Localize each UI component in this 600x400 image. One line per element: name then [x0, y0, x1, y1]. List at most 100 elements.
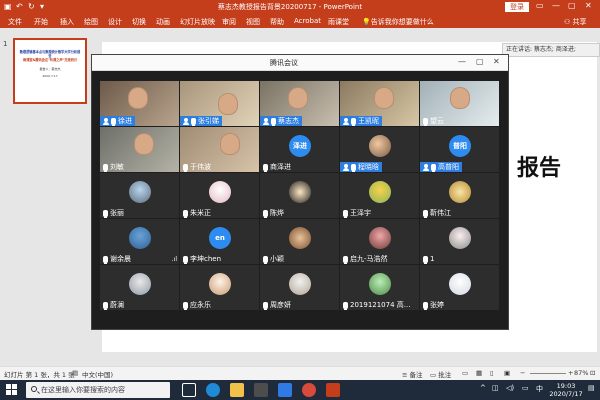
host-person-icon — [423, 163, 429, 171]
meeting-restore-button[interactable]: ▢ — [476, 57, 484, 66]
network-icon[interactable]: ◫ — [492, 384, 499, 392]
participant-tile[interactable]: 于伟波 — [180, 127, 259, 172]
participant-tile[interactable]: 张婷 — [420, 265, 499, 310]
chrome-icon[interactable] — [302, 383, 316, 397]
minimize-button[interactable]: — — [552, 1, 560, 10]
edge-browser-icon[interactable] — [206, 383, 220, 397]
participant-tile[interactable]: en 李坤chen — [180, 219, 259, 264]
participant-tile[interactable]: 刘敏 — [100, 127, 179, 172]
tab-review[interactable]: 审阅 — [222, 17, 236, 27]
taskbar-search-box[interactable]: 在这里输入你要搜索的内容 — [26, 382, 170, 398]
participant-tile[interactable]: 王凯昵 — [340, 81, 419, 126]
task-view-icon[interactable] — [182, 383, 196, 397]
windows-start-icon[interactable] — [6, 384, 18, 396]
participant-namebar: 应永乐 — [180, 300, 214, 310]
notes-button[interactable]: ≡ 备注 — [402, 369, 423, 379]
participant-tile[interactable]: 应永乐 — [180, 265, 259, 310]
participant-tile[interactable]: 程晓晗 — [340, 127, 419, 172]
reading-view-icon[interactable]: ▯ — [490, 369, 494, 377]
participant-name: 望云 — [430, 117, 444, 125]
video-face — [218, 93, 238, 115]
tab-draw[interactable]: 绘图 — [84, 17, 98, 27]
tab-file[interactable]: 文件 — [8, 17, 22, 27]
participant-tile[interactable]: 张丽 — [100, 173, 179, 218]
language-indicator[interactable]: 中文(中国) — [82, 369, 113, 379]
sorter-view-icon[interactable]: ▦ — [476, 369, 482, 377]
tray-expand-icon[interactable]: ^ — [480, 384, 486, 392]
mic-icon — [423, 117, 428, 126]
comments-button[interactable]: ▭ 批注 — [430, 369, 451, 379]
tab-home[interactable]: 开始 — [34, 17, 48, 27]
participant-tile[interactable]: 靳伟江 — [420, 173, 499, 218]
tab-view[interactable]: 视图 — [246, 17, 260, 27]
slideshow-view-icon[interactable]: ▣ — [504, 369, 510, 377]
tab-acrobat[interactable]: Acrobat — [294, 17, 321, 25]
tab-animations[interactable]: 动画 — [156, 17, 170, 27]
tell-me-search[interactable]: 💡告诉我你想要做什么 — [362, 17, 434, 27]
tab-transitions[interactable]: 切换 — [132, 17, 146, 27]
slide-thumbnail[interactable]: 数理逻辑基本点与数理统计数学大学分析报告 雨课堂&腾讯会议"听课之声"交流研讨 … — [13, 38, 87, 104]
redo-icon[interactable]: ↻ — [28, 2, 35, 11]
system-clock[interactable]: 19:03 2020/7/17 — [547, 382, 585, 398]
spellcheck-icon[interactable]: ▤ — [72, 369, 78, 377]
participant-tile[interactable]: 谢余晨 .ıl — [100, 219, 179, 264]
notification-icon[interactable]: ▤ — [588, 384, 595, 392]
save-icon[interactable]: ▣ — [4, 2, 12, 11]
fit-slide-icon[interactable]: ⊡ — [590, 369, 595, 377]
participant-tile[interactable]: 2019121074 高... — [340, 265, 419, 310]
participant-tile[interactable]: 徐进 — [100, 81, 179, 126]
tab-insert[interactable]: 插入 — [60, 17, 74, 27]
participant-avatar — [289, 227, 311, 249]
participant-tile[interactable]: 启九-马浩然 — [340, 219, 419, 264]
file-explorer-icon[interactable] — [230, 383, 244, 397]
participant-name: 王泽宇 — [350, 209, 371, 217]
meeting-close-button[interactable]: ✕ — [493, 57, 500, 66]
meeting-minimize-button[interactable]: — — [458, 57, 466, 66]
participant-tile[interactable]: 1 — [420, 219, 499, 264]
participant-tile[interactable]: 望云 — [420, 81, 499, 126]
zoom-out-icon[interactable]: − — [520, 369, 525, 377]
participant-tile[interactable]: 小颖 — [260, 219, 339, 264]
participant-avatar — [369, 273, 391, 295]
ribbon-display-icon[interactable]: ▭ — [536, 1, 544, 10]
mic-icon — [263, 301, 268, 310]
participant-namebar: 2019121074 高... — [340, 300, 413, 310]
battery-icon[interactable]: ▭ — [522, 384, 529, 392]
participant-avatar — [129, 227, 151, 249]
normal-view-icon[interactable]: ▭ — [462, 369, 468, 377]
zoom-slider[interactable] — [530, 373, 566, 374]
undo-icon[interactable]: ↶ — [16, 2, 23, 11]
participant-tile[interactable]: 陈烨 — [260, 173, 339, 218]
participant-namebar: 商泽进 — [260, 162, 294, 172]
windows-taskbar: 在这里输入你要搜索的内容 ^ ◫ ◁) ▭ 中 19:03 2020/7/17 … — [0, 380, 600, 400]
slide-title-text[interactable]: 报告 — [517, 150, 561, 182]
tencent-meeting-icon[interactable] — [278, 383, 292, 397]
participant-avatar — [369, 181, 391, 203]
login-button[interactable]: 登录 — [505, 2, 529, 12]
zoom-in-icon[interactable]: + — [568, 369, 573, 377]
tab-rain-classroom[interactable]: 雨课堂 — [328, 17, 349, 27]
store-icon[interactable] — [254, 383, 268, 397]
participant-tile[interactable]: 王泽宇 — [340, 173, 419, 218]
participant-tile[interactable]: 蔚澜 — [100, 265, 179, 310]
signal-strength-icon: .ıl — [171, 256, 177, 263]
participant-tile[interactable]: 蔡志杰 — [260, 81, 339, 126]
participant-tile[interactable]: 泽进 商泽进 — [260, 127, 339, 172]
restore-button[interactable]: ▢ — [568, 1, 576, 10]
participant-tile[interactable]: 张引娣 — [180, 81, 259, 126]
ime-indicator[interactable]: 中 — [536, 384, 543, 394]
participant-tile[interactable]: 朱米正 — [180, 173, 259, 218]
mic-icon — [103, 163, 108, 172]
participant-namebar: 望云 — [420, 116, 447, 126]
customize-icon[interactable]: ▾ — [40, 2, 44, 11]
participant-tile[interactable]: 周彦妍 — [260, 265, 339, 310]
tab-slideshow[interactable]: 幻灯片放映 — [180, 17, 215, 27]
volume-icon[interactable]: ◁) — [506, 384, 514, 392]
powerpoint-taskbar-icon[interactable] — [326, 383, 340, 397]
participant-tile[interactable]: 普阳 高普阳 — [420, 127, 499, 172]
tab-design[interactable]: 设计 — [108, 17, 122, 27]
close-button[interactable]: ✕ — [585, 1, 592, 10]
share-button[interactable]: ⚇ 共享 — [564, 17, 587, 27]
zoom-level[interactable]: 87% — [574, 369, 588, 377]
tab-help[interactable]: 帮助 — [270, 17, 284, 27]
